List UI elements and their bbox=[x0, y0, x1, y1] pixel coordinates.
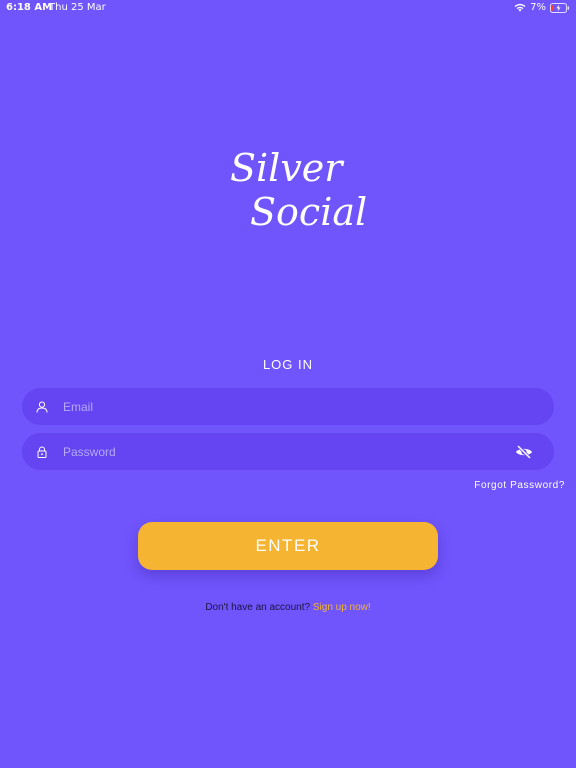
status-time: 6:18 AM bbox=[6, 2, 53, 13]
password-input[interactable] bbox=[63, 433, 514, 470]
user-icon bbox=[35, 400, 49, 414]
signup-prompt: Don't have an account? bbox=[205, 602, 311, 613]
enter-button[interactable]: ENTER bbox=[138, 522, 438, 570]
wifi-icon bbox=[514, 3, 526, 12]
app-logo: Silver Social bbox=[0, 140, 576, 240]
battery-percent: 7% bbox=[530, 2, 546, 13]
login-heading: LOG IN bbox=[262, 357, 314, 372]
status-indicators: 7% bbox=[514, 2, 570, 13]
password-field-container bbox=[22, 433, 554, 470]
lock-icon bbox=[35, 445, 49, 459]
battery-charging-icon bbox=[550, 2, 570, 13]
logo-text-social: Social bbox=[250, 190, 368, 234]
email-field-container bbox=[22, 388, 554, 425]
signup-row: Don't have an account? Sign up now! bbox=[0, 602, 576, 613]
email-input[interactable] bbox=[63, 388, 554, 425]
eye-slash-icon[interactable] bbox=[514, 444, 534, 459]
status-date: Thu 25 Mar bbox=[49, 2, 106, 13]
sign-up-link[interactable]: Sign up now! bbox=[313, 602, 371, 613]
logo-text-silver: Silver bbox=[230, 146, 343, 190]
forgot-password-link[interactable]: Forgot Password? bbox=[474, 480, 565, 491]
status-bar: 6:18 AM Thu 25 Mar 7% bbox=[0, 0, 576, 16]
